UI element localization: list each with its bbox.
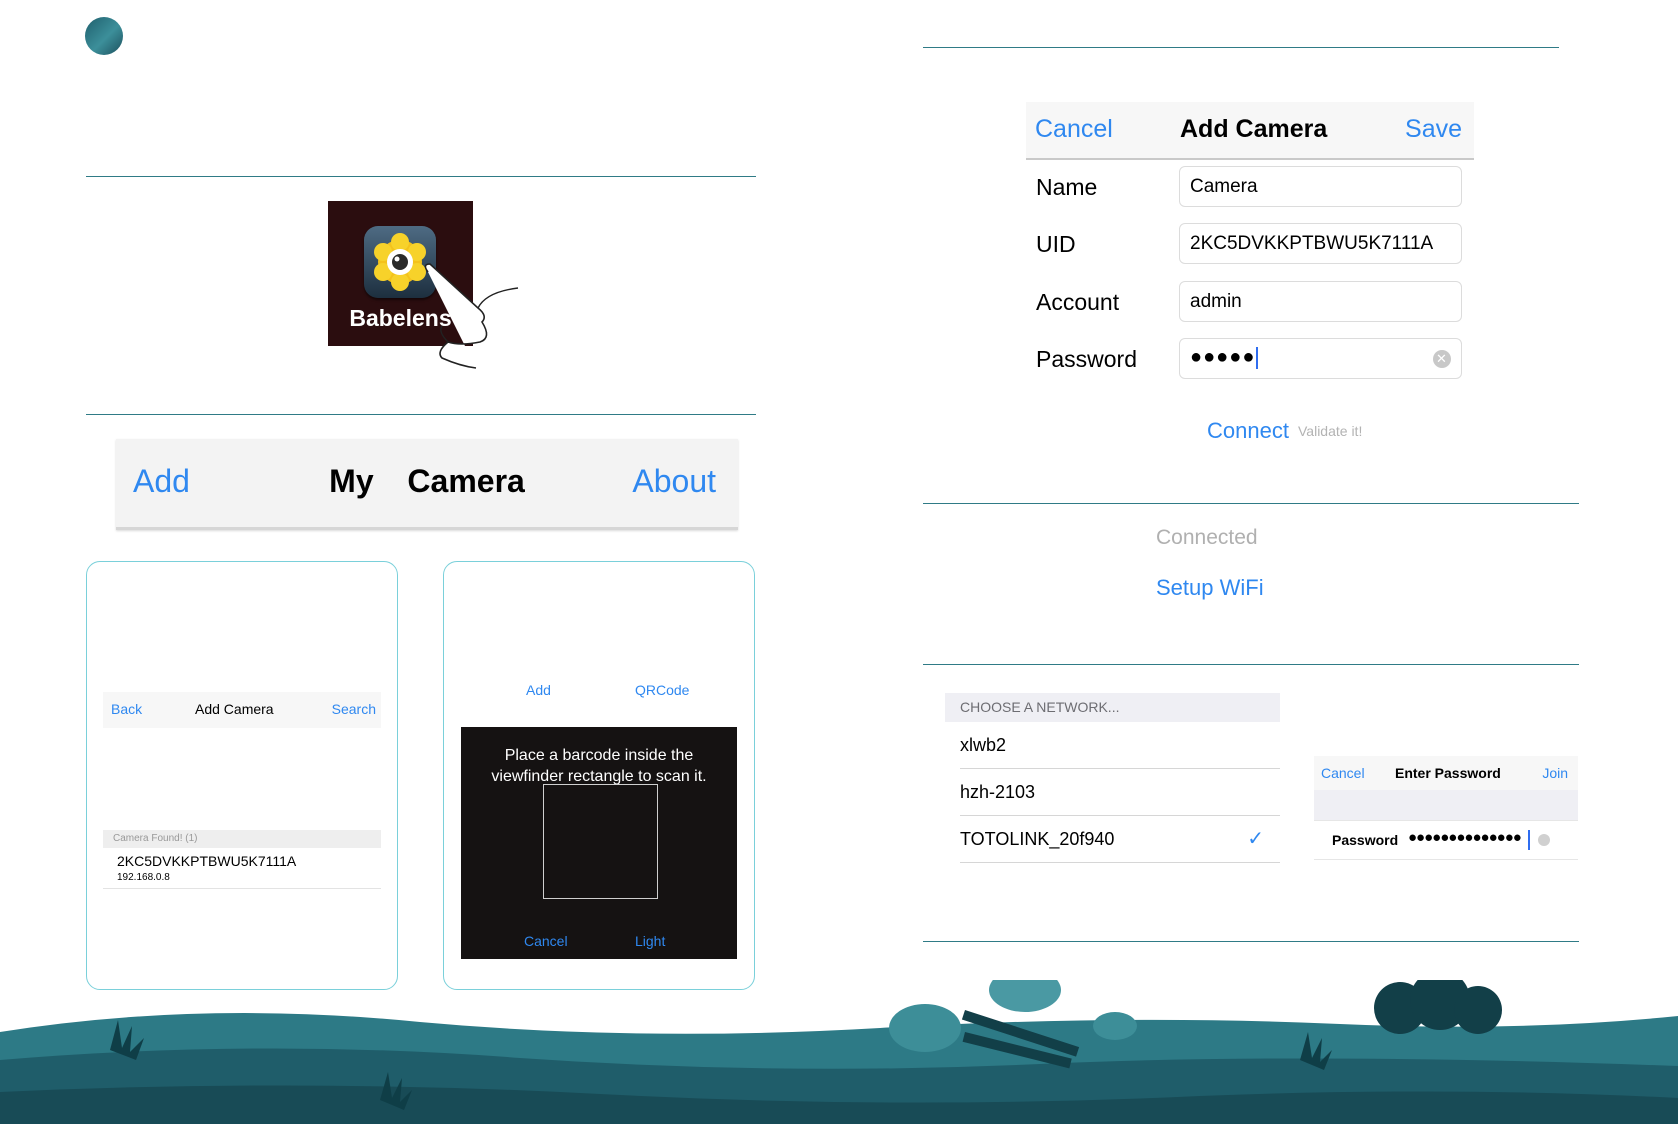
viewfinder-rectangle	[543, 784, 658, 899]
validate-hint: Validate it!	[1298, 423, 1363, 439]
password-value: ●●●●●	[1190, 346, 1256, 368]
scan-instructions: Place a barcode inside the viewfinder re…	[461, 745, 737, 787]
join-button[interactable]: Join	[1542, 765, 1568, 781]
connect-button[interactable]: Connect	[1207, 418, 1289, 444]
divider	[86, 176, 756, 177]
bush-icon	[1374, 980, 1502, 1034]
list-item[interactable]: xlwb2	[960, 722, 1280, 769]
cancel-button[interactable]: Cancel	[1035, 115, 1113, 144]
add-camera-title: Add Camera	[1180, 115, 1328, 143]
network-name: TOTOLINK_20f940	[960, 829, 1115, 849]
dialog-spacer	[1314, 790, 1578, 820]
divider	[923, 941, 1579, 942]
account-value: admin	[1190, 291, 1242, 312]
uid-label: UID	[1036, 231, 1076, 257]
enter-password-navbar: Cancel Enter Password Join	[1314, 756, 1578, 790]
password-field[interactable]: ●●●●● ✕	[1179, 338, 1462, 379]
account-label: Account	[1036, 289, 1120, 315]
network-list-header: CHOOSE A NETWORK...	[945, 693, 1280, 722]
text-caret	[1256, 346, 1259, 369]
name-label: Name	[1036, 174, 1098, 200]
add-camera-navbar: Cancel Add Camera Save	[1026, 102, 1474, 160]
search-navbar: Back Add Camera Search	[103, 692, 381, 728]
list-item[interactable]: hzh-2103	[960, 769, 1280, 816]
password-label: Password	[1036, 346, 1137, 372]
camera-found-header: Camera Found! (1)	[103, 830, 381, 848]
checkmark-icon: ✓	[1247, 828, 1264, 850]
wifi-password-value: ●●●●●●●●●●●●●●	[1408, 829, 1522, 846]
section-bullet-icon	[85, 17, 123, 55]
search-camera-screen: Back Add Camera Search Camera Found! (1)…	[86, 561, 398, 990]
connected-status: Connected	[1156, 526, 1258, 549]
wifi-password-label: Password	[1332, 832, 1399, 848]
finger-tap-icon	[424, 263, 519, 369]
my-camera-navbar: Add My Camera About	[116, 439, 738, 530]
network-name: hzh-2103	[960, 782, 1036, 802]
divider	[86, 414, 756, 415]
uid-value: 2KC5DVKKPTBWU5K7111A	[1190, 233, 1434, 254]
light-button[interactable]: Light	[635, 933, 665, 949]
enter-password-title: Enter Password	[1395, 765, 1501, 781]
qr-add-button[interactable]: Add	[526, 682, 551, 698]
network-name: xlwb2	[960, 735, 1007, 755]
name-field[interactable]: Camera	[1179, 166, 1462, 207]
clear-icon[interactable]: ✕	[1433, 350, 1451, 368]
landscape-illustration	[0, 980, 1678, 1124]
list-item[interactable]: TOTOLINK_20f940 ✓	[960, 816, 1280, 863]
qrcode-button[interactable]: QRCode	[635, 682, 689, 698]
setup-wifi-button[interactable]: Setup WiFi	[1156, 575, 1264, 601]
barcode-viewfinder: Place a barcode inside the viewfinder re…	[461, 727, 737, 959]
save-button[interactable]: Save	[1405, 115, 1462, 144]
wifi-password-field[interactable]: Password ●●●●●●●●●●●●●●	[1314, 820, 1578, 860]
uid-field[interactable]: 2KC5DVKKPTBWU5K7111A	[1179, 223, 1462, 264]
name-value: Camera	[1190, 176, 1258, 197]
divider	[923, 664, 1579, 665]
account-field[interactable]: admin	[1179, 281, 1462, 322]
search-button[interactable]: Search	[332, 701, 376, 717]
camera-uid: 2KC5DVKKPTBWU5K7111A	[117, 853, 297, 869]
scan-instructions-line: Place a barcode inside the	[504, 747, 694, 764]
text-caret	[1528, 830, 1530, 850]
qr-scan-screen: Add QRCode Place a barcode inside the vi…	[443, 561, 755, 990]
about-button[interactable]: About	[632, 463, 716, 500]
scan-cancel-button[interactable]: Cancel	[524, 933, 568, 949]
camera-ip: 192.168.0.8	[117, 872, 170, 883]
pw-cancel-button[interactable]: Cancel	[1321, 765, 1365, 781]
list-item[interactable]: 2KC5DVKKPTBWU5K7111A 192.168.0.8	[103, 848, 381, 889]
divider	[923, 503, 1579, 504]
search-nav-title: Add Camera	[195, 701, 274, 717]
divider	[923, 47, 1559, 48]
clear-icon[interactable]	[1538, 834, 1550, 846]
back-button[interactable]: Back	[111, 701, 142, 717]
